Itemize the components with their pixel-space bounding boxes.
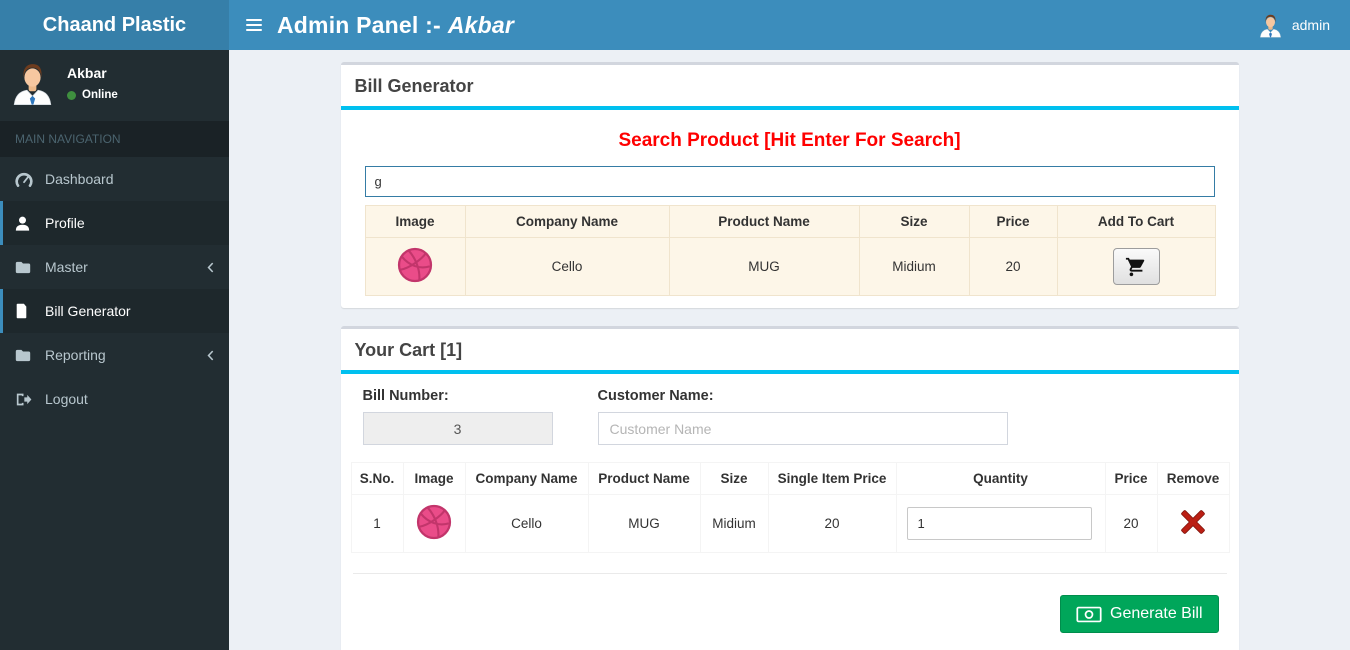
- logout-icon: [15, 392, 35, 407]
- sidebar-user-panel: Akbar Online: [0, 50, 229, 121]
- online-status-label: Online: [82, 89, 118, 101]
- product-name-cell: MUG: [587, 494, 701, 553]
- sidebar-item-label: Profile: [45, 215, 85, 231]
- sidebar-item-label: Master: [45, 259, 88, 275]
- sidebar-item-logout[interactable]: Logout: [0, 377, 229, 421]
- col-company-name: Company Name: [464, 205, 670, 238]
- cart-box: Your Cart [1] Bill Number: Customer Name…: [340, 326, 1239, 650]
- navbar: Admin Panel :- Akbar admin: [229, 0, 1350, 50]
- sidebar-item-label: Logout: [45, 391, 88, 407]
- content-area: Bill Generator Search Product [Hit Enter…: [229, 50, 1350, 650]
- search-product-heading: Search Product [Hit Enter For Search]: [618, 130, 961, 151]
- generate-bill-button[interactable]: Generate Bill: [1060, 595, 1219, 633]
- bill-generator-box-title: Bill Generator: [354, 76, 474, 96]
- remove-cell: [1156, 494, 1230, 553]
- sno-cell: 1: [350, 494, 404, 553]
- search-table-header-row: Image Company Name Product Name Size Pri…: [364, 205, 1216, 238]
- col-size: Size: [699, 462, 769, 495]
- customer-name-label: Customer Name:: [597, 388, 714, 404]
- cart-box-header: Your Cart [1]: [340, 329, 1239, 374]
- sidebar-item-label: Bill Generator: [45, 303, 131, 319]
- navbar-avatar-icon: [1260, 14, 1281, 37]
- folder-icon: [15, 261, 35, 274]
- col-image: Image: [364, 205, 466, 238]
- col-product-name: Product Name: [587, 462, 701, 495]
- search-results-table: Image Company Name Product Name Size Pri…: [364, 205, 1216, 296]
- col-company-name: Company Name: [464, 462, 589, 495]
- bill-number-field-group: Bill Number:: [362, 388, 553, 445]
- sidebar-item-dashboard[interactable]: Dashboard: [0, 157, 229, 201]
- company-name-cell: Cello: [464, 237, 670, 296]
- cart-box-title: Your Cart [1]: [354, 340, 463, 360]
- col-add-to-cart: Add To Cart: [1056, 205, 1216, 238]
- chevron-left-icon: [207, 262, 214, 273]
- generate-bill-label: Generate Bill: [1110, 605, 1203, 622]
- company-name-cell: Cello: [464, 494, 589, 553]
- remove-x-icon: [1181, 510, 1205, 534]
- brand-logo[interactable]: Chaand Plastic: [0, 0, 229, 50]
- sidebar-item-profile[interactable]: Profile: [0, 201, 229, 245]
- col-product-name: Product Name: [668, 205, 860, 238]
- cart-item-row: 1 Cello MUG Midium 20 1 20: [350, 494, 1230, 553]
- chevron-left-icon: [207, 350, 214, 361]
- col-sno: S.No.: [350, 462, 404, 495]
- top-navbar: Chaand Plastic Admin Panel :- Akbar admin: [0, 0, 1350, 50]
- bill-number-label: Bill Number:: [362, 388, 449, 404]
- money-icon: [1076, 606, 1102, 622]
- col-size: Size: [858, 205, 970, 238]
- quantity-input[interactable]: [906, 507, 1092, 540]
- sidebar-menu: Dashboard Profile Master Bill Generator …: [0, 157, 229, 421]
- quantity-cell: [895, 494, 1106, 553]
- size-cell: Midium: [858, 237, 970, 296]
- product-image-cell: [402, 494, 466, 553]
- page-title: Admin Panel :- Akbar: [277, 12, 514, 39]
- product-image-cell: [364, 237, 466, 296]
- customer-name-field-group: Customer Name:: [597, 388, 1008, 445]
- shopping-cart-icon: [1125, 257, 1145, 276]
- sidebar-item-bill-generator[interactable]: Bill Generator: [0, 289, 229, 333]
- file-icon: [15, 303, 35, 319]
- product-search-input[interactable]: [364, 166, 1215, 197]
- online-status-icon: [67, 90, 76, 100]
- customer-name-input[interactable]: [597, 412, 1008, 445]
- navbar-user-menu[interactable]: admin: [1238, 0, 1350, 50]
- sidebar-item-master[interactable]: Master: [0, 245, 229, 289]
- bill-generator-box: Bill Generator Search Product [Hit Enter…: [340, 62, 1239, 308]
- user-icon: [15, 216, 35, 231]
- cart-table: S.No. Image Company Name Product Name Si…: [350, 462, 1230, 553]
- price-cell: 20: [968, 237, 1058, 296]
- size-cell: Midium: [699, 494, 769, 553]
- col-single-item-price: Single Item Price: [767, 462, 897, 495]
- price-cell: 20: [1104, 494, 1158, 553]
- product-name-cell: MUG: [668, 237, 860, 296]
- navbar-username: admin: [1291, 17, 1330, 33]
- sidebar-nav-header: MAIN NAVIGATION: [0, 121, 229, 157]
- search-result-row: Cello MUG Midium 20: [364, 237, 1216, 296]
- bill-number-input: [362, 412, 553, 445]
- sidebar-user-name: Akbar: [67, 65, 107, 81]
- col-image: Image: [402, 462, 466, 495]
- cart-table-header-row: S.No. Image Company Name Product Name Si…: [350, 462, 1230, 495]
- sidebar-item-reporting[interactable]: Reporting: [0, 333, 229, 377]
- folder-icon: [15, 349, 35, 362]
- page-title-text: Admin Panel :-: [277, 11, 441, 38]
- dashboard-icon: [15, 172, 35, 187]
- add-to-cart-button[interactable]: [1112, 248, 1160, 285]
- sidebar-item-label: Reporting: [45, 347, 106, 363]
- bill-generator-box-header: Bill Generator: [340, 65, 1239, 110]
- remove-item-button[interactable]: [1179, 509, 1207, 535]
- col-quantity: Quantity: [895, 462, 1106, 495]
- sidebar: Akbar Online MAIN NAVIGATION Dashboard P…: [0, 50, 229, 650]
- page-title-username: Akbar: [447, 11, 515, 38]
- sidebar-toggle-icon[interactable]: [229, 19, 277, 31]
- col-price: Price: [968, 205, 1058, 238]
- sidebar-item-label: Dashboard: [45, 171, 114, 187]
- col-remove: Remove: [1156, 462, 1230, 495]
- add-to-cart-cell: [1056, 237, 1216, 296]
- single-item-price-cell: 20: [767, 494, 897, 553]
- product-image: [416, 504, 452, 540]
- col-price: Price: [1104, 462, 1158, 495]
- user-avatar-icon: [13, 63, 52, 105]
- product-image: [397, 247, 433, 283]
